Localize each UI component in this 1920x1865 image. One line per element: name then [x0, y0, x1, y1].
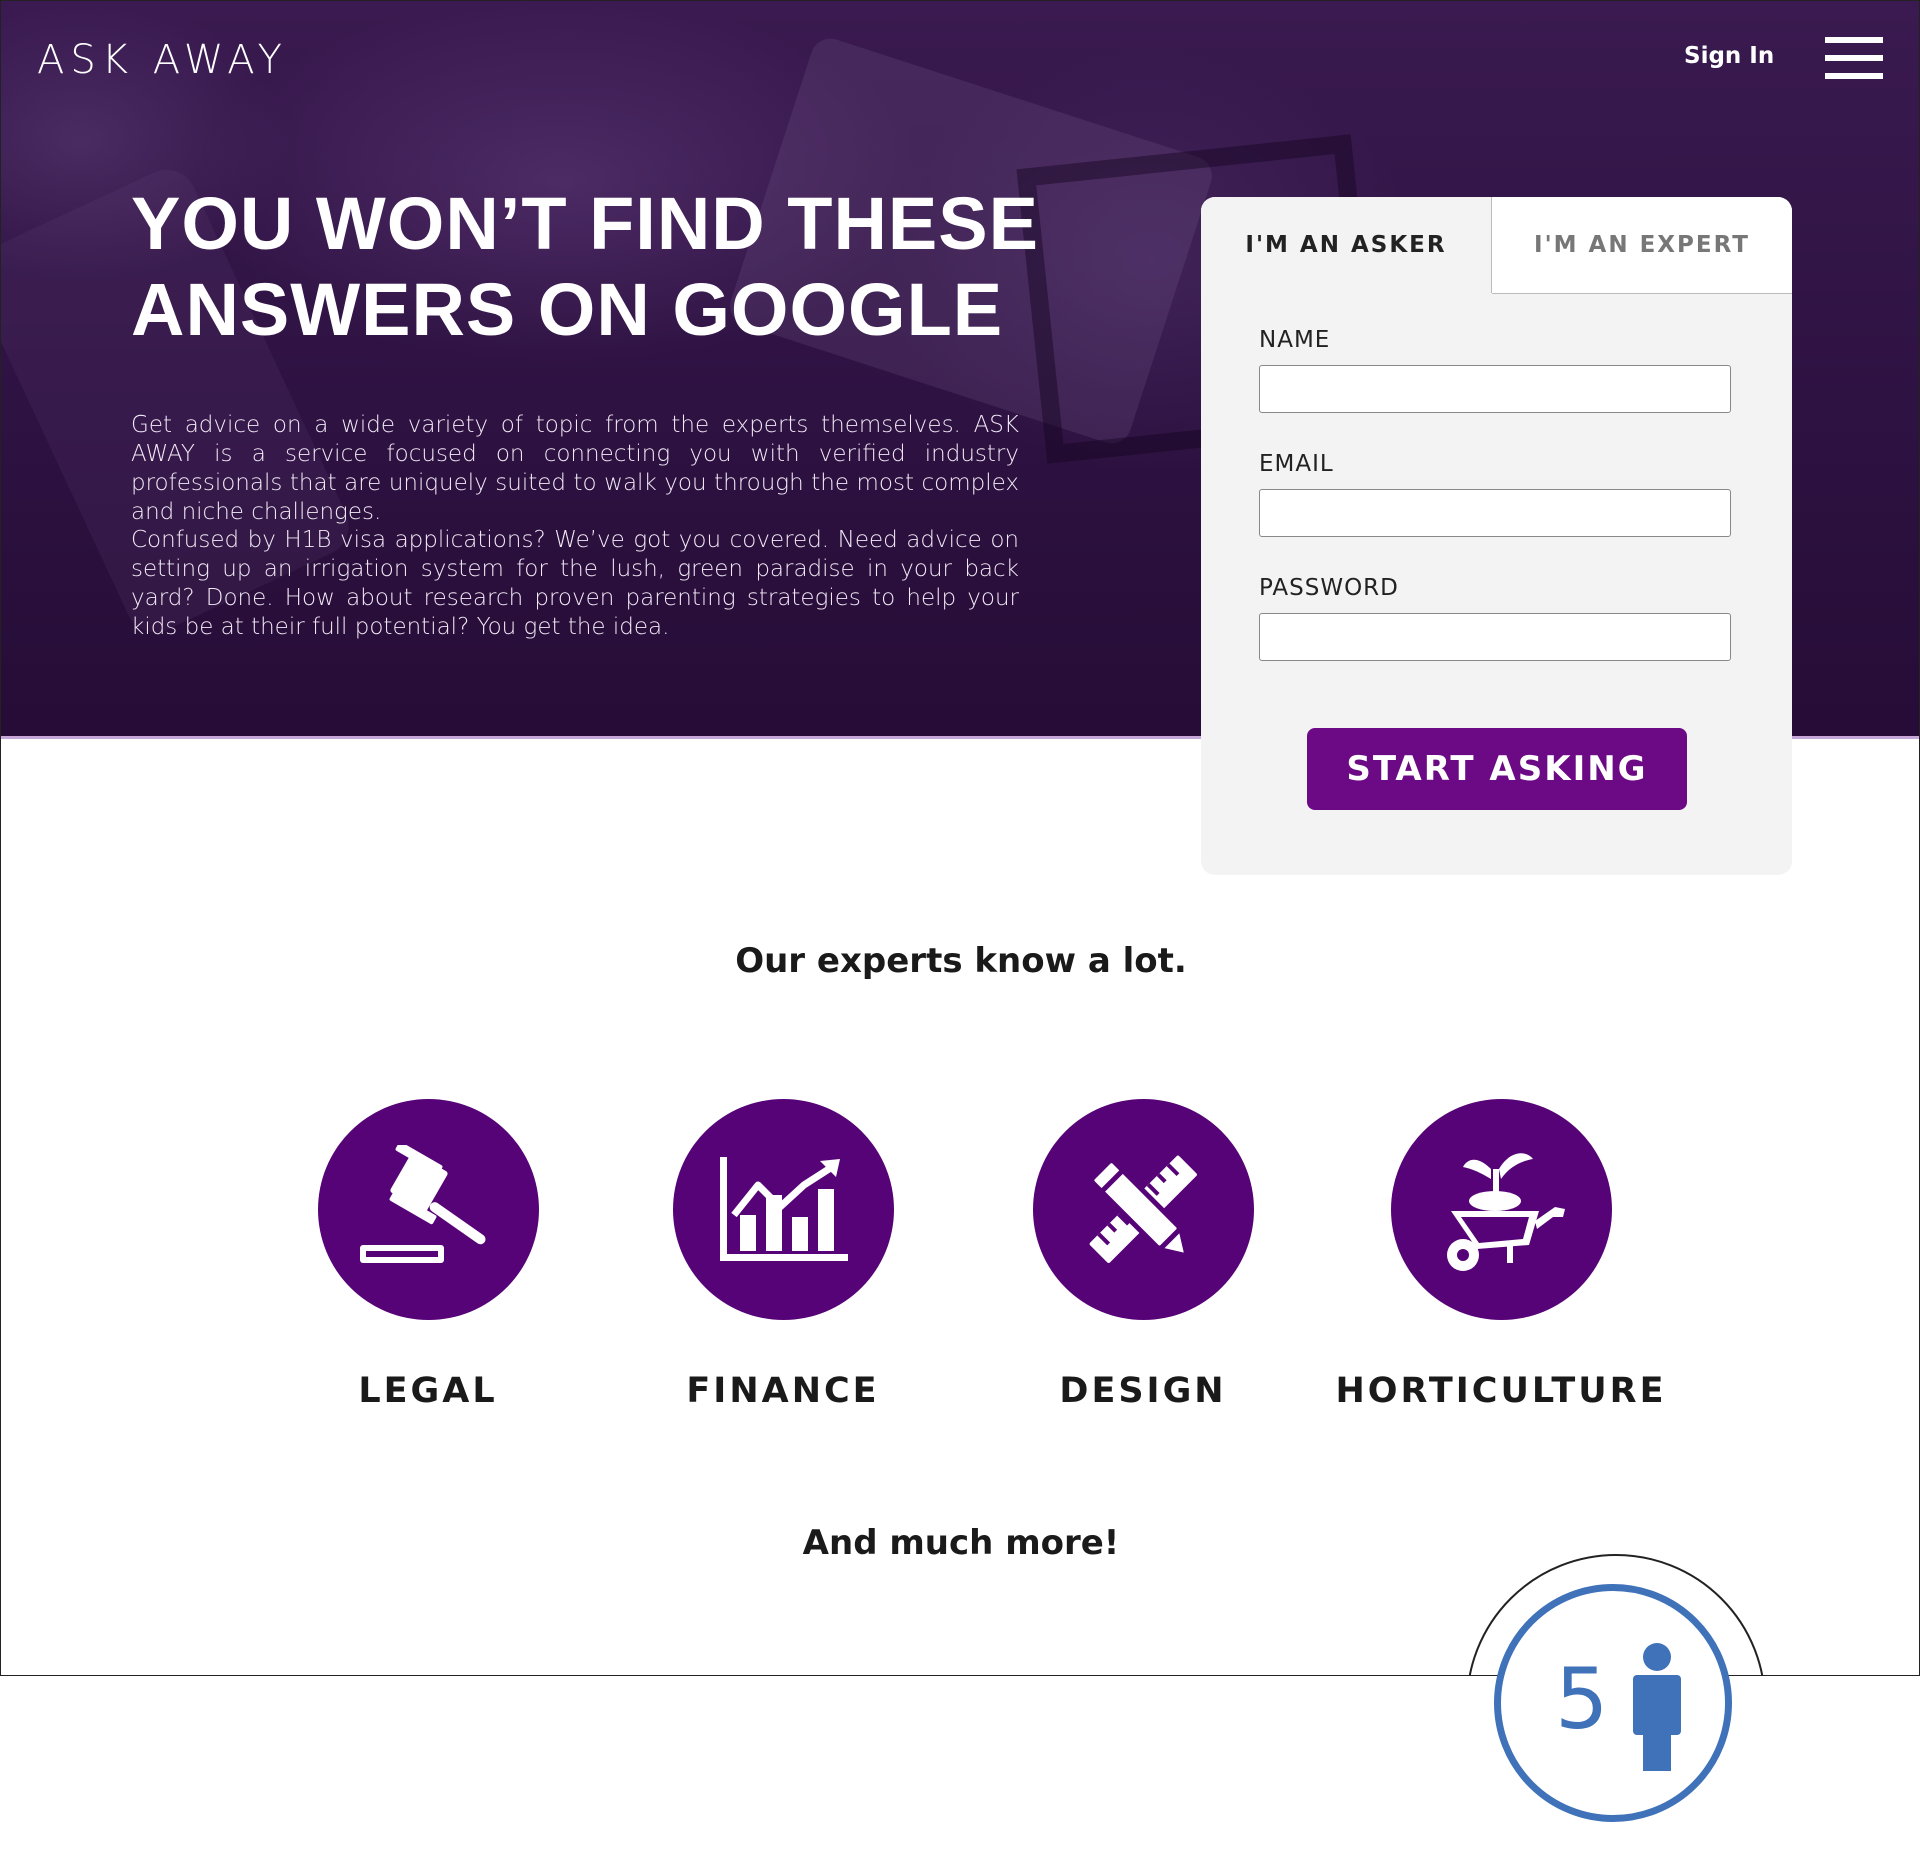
bar-chart-icon: [673, 1099, 894, 1320]
gavel-icon: [318, 1099, 539, 1320]
password-field-label: PASSWORD: [1259, 575, 1399, 601]
logo[interactable]: ASK AWAY: [37, 37, 288, 83]
tab-asker[interactable]: I'M AN ASKER: [1201, 197, 1492, 293]
accessibility-badge[interactable]: 5: [1494, 1584, 1732, 1822]
password-field[interactable]: [1259, 613, 1731, 661]
wheelbarrow-plant-icon: [1391, 1099, 1612, 1320]
hero-intro-paragraph: Get advice on a wide variety of topic fr…: [131, 412, 1019, 525]
pencil-ruler-icon: [1033, 1099, 1254, 1320]
email-field-label: EMAIL: [1259, 451, 1334, 477]
signup-card: I'M AN ASKER I'M AN EXPERT NAME EMAIL PA…: [1201, 197, 1792, 875]
category-design[interactable]: DESIGN: [953, 1099, 1333, 1419]
name-field-label: NAME: [1259, 327, 1331, 353]
category-finance[interactable]: FINANCE: [593, 1099, 973, 1419]
email-field[interactable]: [1259, 489, 1731, 537]
tab-expert[interactable]: I'M AN EXPERT: [1492, 197, 1792, 294]
person-icon: [1633, 1643, 1681, 1771]
start-asking-button[interactable]: START ASKING: [1307, 728, 1687, 810]
badge-number: 5: [1555, 1650, 1609, 1748]
category-horticulture[interactable]: HORTICULTURE: [1311, 1099, 1691, 1419]
category-legal[interactable]: LEGAL: [238, 1099, 618, 1419]
category-label: FINANCE: [686, 1371, 880, 1411]
hero-headline: YOU WON’T FIND THESE ANSWERS ON GOOGLE: [131, 182, 1039, 351]
name-field[interactable]: [1259, 365, 1731, 413]
category-label: LEGAL: [358, 1371, 498, 1411]
page-frame: ASK AWAY Sign In YOU WON’T FIND THESE AN…: [0, 0, 1920, 1676]
category-label: DESIGN: [1059, 1371, 1227, 1411]
sign-in-link[interactable]: Sign In: [1684, 43, 1774, 69]
category-label: HORTICULTURE: [1335, 1371, 1667, 1411]
experts-title: Our experts know a lot.: [735, 941, 1187, 981]
hamburger-menu-icon[interactable]: [1825, 37, 1883, 79]
hero-intro-paragraph: Confused by H1B visa applications? We’ve…: [131, 527, 1019, 640]
